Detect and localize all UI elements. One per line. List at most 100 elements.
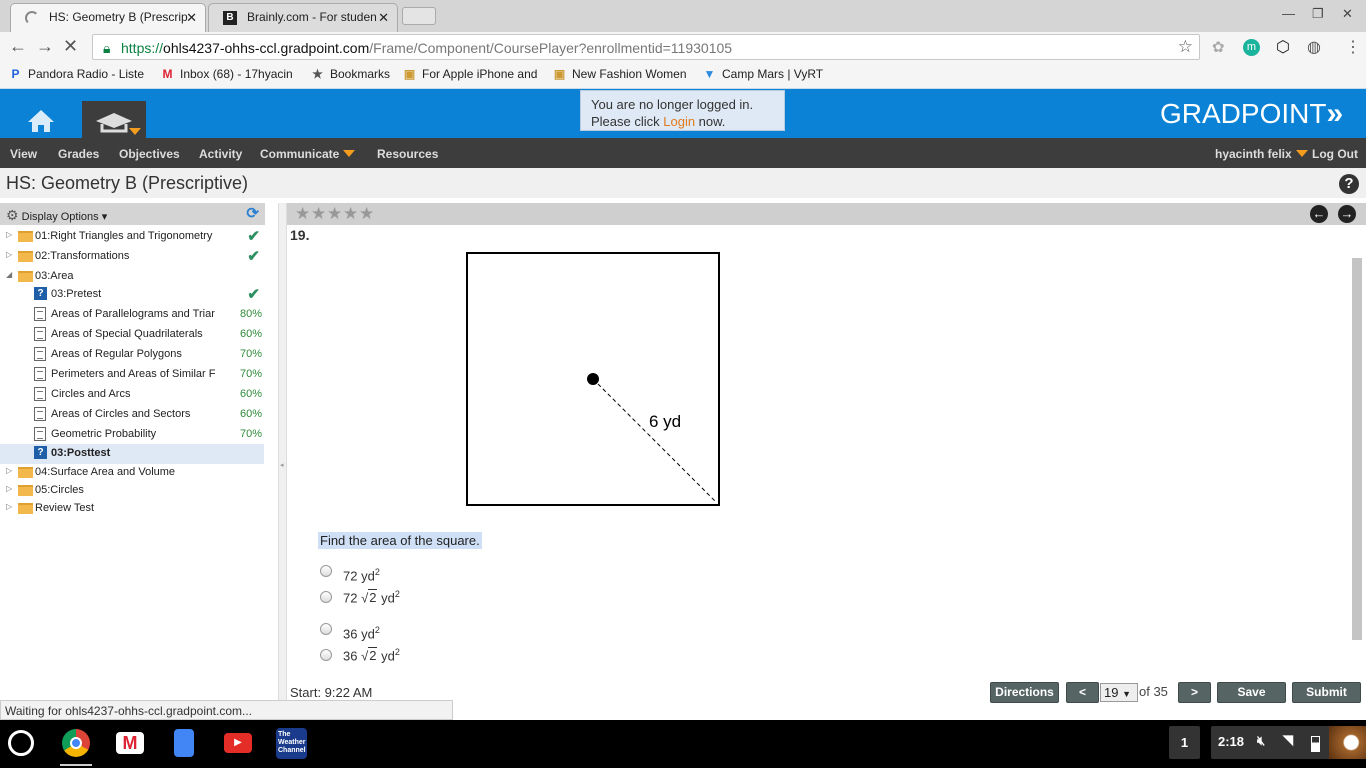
display-options-bar: ⚙ Display Options ▾ ⟳ — [0, 203, 265, 225]
system-tray[interactable]: 2:18 🔇︎ ◥ — [1211, 726, 1366, 759]
forward-icon[interactable]: → — [36, 36, 54, 57]
youtube-icon[interactable]: ▶ — [224, 733, 252, 753]
radio-button[interactable] — [320, 565, 332, 577]
menu-icon[interactable]: ⋮ — [1345, 37, 1361, 57]
sidebar-item[interactable]: ◢ 03:Area — [0, 267, 264, 287]
bookmark-folder[interactable]: ★ Bookmarks — [310, 67, 390, 81]
next-arrow-icon[interactable]: → — [1338, 205, 1356, 223]
scrollbar-thumb[interactable] — [1352, 258, 1362, 640]
sidebar-item[interactable]: ? 03:Pretest ✔ — [0, 285, 264, 305]
extension-icon[interactable]: ✿ — [1212, 38, 1225, 56]
back-icon[interactable]: ← — [9, 36, 27, 57]
close-window-icon[interactable]: ✕ — [1342, 6, 1353, 22]
sidebar-item[interactable]: ▷ 05:Circles — [0, 481, 264, 501]
sidebar-item[interactable]: Areas of Circles and Sectors 60% — [0, 405, 264, 425]
question-select[interactable]: 19 ▼ — [1100, 683, 1138, 702]
cube-extension-icon[interactable]: ⬡ — [1276, 37, 1290, 57]
expand-icon[interactable]: ▷ — [6, 502, 12, 511]
sidebar-item-label: 04:Surface Area and Volume — [35, 466, 176, 478]
radio-button[interactable] — [320, 623, 332, 635]
notice-text: Please click — [591, 114, 664, 129]
sidebar-item[interactable]: Circles and Arcs 60% — [0, 385, 264, 405]
brainly-favicon-icon: B — [223, 11, 237, 25]
sidebar-item[interactable]: Areas of Parallelograms and Triar 80% — [0, 305, 264, 325]
sidebar-item[interactable]: ▷ Review Test — [0, 499, 264, 519]
expand-icon[interactable]: ▷ — [6, 466, 12, 475]
rating-star-icon[interactable]: ★ — [327, 204, 342, 224]
document-icon — [34, 307, 46, 321]
logout-link[interactable]: Log Out — [1312, 147, 1358, 161]
nav-communicate[interactable]: Communicate — [260, 147, 356, 161]
previous-question-button[interactable]: < — [1066, 682, 1099, 703]
folder-icon — [18, 467, 33, 478]
minimize-icon[interactable]: — — [1282, 6, 1295, 21]
sidebar-item[interactable]: Areas of Special Quadrilaterals 60% — [0, 325, 264, 345]
sidebar-item[interactable]: ▷ 02:Transformations ✔ — [0, 247, 264, 267]
courses-button[interactable] — [82, 101, 146, 138]
sidebar-item[interactable]: ▷ 04:Surface Area and Volume — [0, 463, 264, 483]
docs-icon[interactable] — [174, 729, 194, 757]
sidebar-item-label: Perimeters and Areas of Similar F — [51, 368, 216, 380]
nav-resources[interactable]: Resources — [377, 147, 438, 161]
restore-icon[interactable]: ❐ — [1312, 6, 1324, 22]
extension-m-icon[interactable]: m — [1243, 39, 1260, 56]
rating-star-icon[interactable]: ★ — [359, 204, 374, 224]
directions-button[interactable]: Directions — [990, 682, 1059, 703]
sidebar-item[interactable]: Areas of Regular Polygons 70% — [0, 345, 264, 365]
bookmark-camp-mars[interactable]: ▼ Camp Mars | VyRT — [702, 67, 824, 81]
sidebar-item[interactable]: ? 03:Posttest — [0, 444, 264, 464]
sidebar-splitter[interactable]: ◂ — [278, 203, 287, 700]
radio-button[interactable] — [320, 649, 332, 661]
wifi-icon: ◥ — [1283, 732, 1293, 747]
profile-avatar[interactable] — [1329, 726, 1366, 759]
help-icon[interactable]: ? — [1339, 174, 1359, 194]
bookmark-apple-iphone[interactable]: ▣ For Apple iPhone and — [402, 67, 538, 81]
login-link[interactable]: Login — [663, 114, 695, 129]
stop-loading-icon[interactable]: ✕ — [63, 36, 78, 57]
chrome-icon[interactable] — [62, 729, 90, 757]
sidebar-item[interactable]: Geometric Probability 70% — [0, 425, 264, 445]
next-question-button[interactable]: > — [1178, 682, 1211, 703]
rating-star-icon[interactable]: ★ — [311, 204, 326, 224]
gmail-icon[interactable]: M — [116, 732, 144, 754]
nav-view[interactable]: View — [10, 147, 37, 161]
user-menu[interactable]: hyacinth felix — [1215, 147, 1308, 161]
nav-activity[interactable]: Activity — [199, 147, 242, 161]
scrollbar[interactable] — [1351, 240, 1363, 640]
bookmark-pandora[interactable]: P Pandora Radio - Liste — [8, 67, 144, 81]
notifications-badge[interactable]: 1 — [1169, 726, 1200, 759]
nav-grades[interactable]: Grades — [58, 147, 99, 161]
display-options-button[interactable]: ⚙ Display Options ▾ — [6, 207, 107, 223]
rating-star-icon[interactable]: ★ — [343, 204, 358, 224]
save-button[interactable]: Save — [1217, 682, 1286, 703]
nav-objectives[interactable]: Objectives — [119, 147, 180, 161]
score: 70% — [239, 368, 262, 380]
rating-star-icon[interactable]: ★ — [295, 204, 310, 224]
sidebar-item[interactable]: Perimeters and Areas of Similar F 70% — [0, 365, 264, 385]
expand-icon[interactable]: ▷ — [6, 230, 12, 239]
folder-icon — [18, 485, 33, 496]
previous-arrow-icon[interactable]: ← — [1310, 205, 1328, 223]
close-tab-icon[interactable]: ✕ — [186, 10, 197, 26]
new-tab-button[interactable] — [402, 7, 436, 25]
bookmark-star-icon[interactable]: ☆ — [1178, 37, 1193, 57]
launcher-icon[interactable] — [8, 730, 34, 756]
tab-title: HS: Geometry B (Prescrip — [49, 10, 188, 24]
home-icon[interactable] — [27, 109, 55, 133]
bookmark-fashion[interactable]: ▣ New Fashion Women — [552, 67, 687, 81]
refresh-icon[interactable]: ⟳ — [246, 204, 259, 222]
globe-extension-icon[interactable]: ◍ — [1307, 37, 1321, 57]
expand-icon[interactable]: ▷ — [6, 484, 12, 493]
bookmark-gmail[interactable]: M Inbox (68) - 17hyacin — [160, 67, 293, 81]
tab-brainly[interactable]: B Brainly.com - For studen ✕ — [208, 3, 398, 32]
expand-icon[interactable]: ▷ — [6, 250, 12, 259]
close-tab-icon[interactable]: ✕ — [378, 10, 389, 26]
weather-channel-icon[interactable]: The Weather Channel — [276, 728, 307, 759]
radio-button[interactable] — [320, 591, 332, 603]
submit-button[interactable]: Submit — [1292, 682, 1361, 703]
sidebar-item[interactable]: ▷ 01:Right Triangles and Trigonometry ✔ — [0, 227, 264, 247]
collapse-icon[interactable]: ◢ — [6, 270, 12, 279]
url-input[interactable]: 🔒︎ https://ohls4237-ohhs-ccl.gradpoint.co… — [92, 34, 1200, 60]
tab-geometry[interactable]: HS: Geometry B (Prescrip ✕ — [10, 3, 206, 32]
score: 70% — [239, 348, 262, 360]
